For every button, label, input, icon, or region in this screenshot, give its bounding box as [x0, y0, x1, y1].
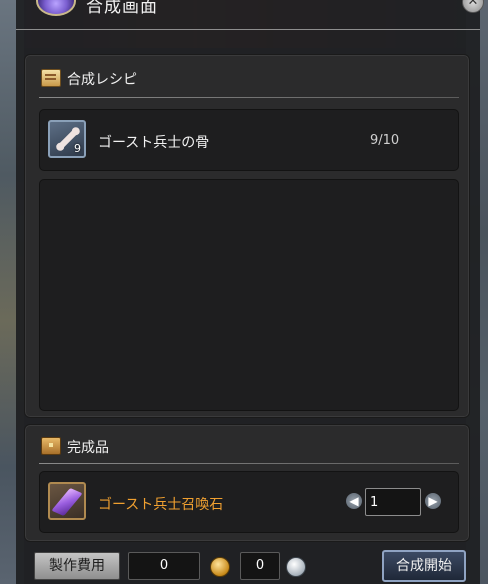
material-name: ゴースト兵士の骨 [98, 135, 210, 151]
increase-quantity-button[interactable]: ▶ [425, 493, 441, 509]
material-slot-quantity: 9 [74, 142, 81, 155]
gold-cost-value: 0 [128, 552, 200, 580]
recipe-section-title: 合成レシピ [67, 72, 137, 88]
result-item-row[interactable]: ゴースト兵士召喚石 ◀ ▶ [39, 471, 459, 533]
cost-label: 製作費用 [34, 552, 120, 580]
silver-cost-value: 0 [240, 552, 280, 580]
result-panel: 完成品 ゴースト兵士召喚石 ◀ ▶ [24, 424, 470, 542]
quantity-input[interactable] [365, 488, 421, 516]
result-section-divider [39, 463, 459, 464]
material-count: 9/10 [370, 133, 400, 148]
window-title: 合成画面 [86, 0, 158, 17]
gold-coin-icon [210, 557, 230, 577]
silver-coin-icon [286, 557, 306, 577]
material-slot[interactable]: 9 [48, 120, 86, 158]
result-item-slot[interactable] [48, 482, 86, 520]
recipe-panel: 合成レシピ 9 ゴースト兵士の骨 9/10 [24, 54, 470, 418]
crystal-icon [51, 487, 83, 517]
chest-icon [41, 437, 61, 455]
material-row[interactable]: 9 ゴースト兵士の骨 9/10 [39, 109, 459, 171]
empty-material-list [39, 179, 459, 411]
title-divider [16, 29, 480, 30]
result-item-name: ゴースト兵士召喚石 [98, 497, 224, 513]
recipe-section-divider [39, 97, 459, 98]
title-bar: 合成画面 ✕ [16, 0, 484, 30]
synthesis-window: 合成画面 ✕ 合成レシピ 9 ゴースト兵士の骨 9/10 完成品 ゴースト兵士召… [16, 0, 484, 584]
footer-bar: 製作費用 0 0 合成開始 [16, 544, 480, 584]
synthesis-emblem-icon [36, 0, 76, 16]
decrease-quantity-button[interactable]: ◀ [346, 493, 362, 509]
result-section-title: 完成品 [67, 440, 109, 456]
start-synthesis-button[interactable]: 合成開始 [382, 550, 466, 582]
scroll-icon [41, 69, 61, 87]
